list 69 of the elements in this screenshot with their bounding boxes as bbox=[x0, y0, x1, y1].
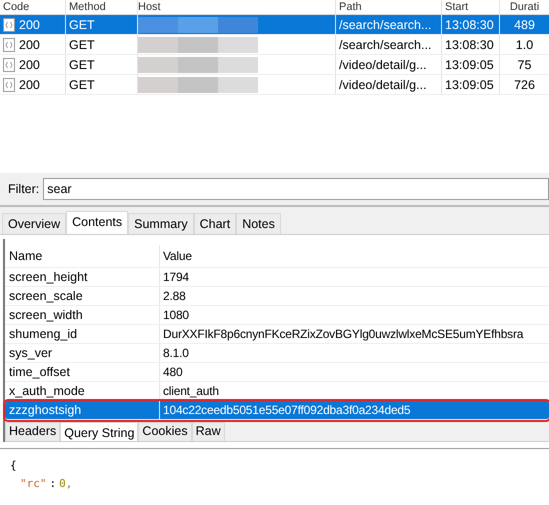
table-cell: 13:09:05 bbox=[442, 55, 500, 74]
table-cell-text: 104c22ceedb5051e55e07ff092dba3f0a234ded5 bbox=[162, 403, 412, 417]
session-row[interactable]: 200 GET /video/detail/g... 13:09:05 726 bbox=[0, 75, 549, 95]
column-header[interactable]: Host bbox=[138, 0, 336, 14]
table-cell-text: 1.0 bbox=[514, 36, 534, 54]
tab[interactable]: Contents bbox=[66, 211, 128, 234]
tab[interactable]: Query String bbox=[60, 422, 138, 441]
table-cell: 200 bbox=[19, 18, 40, 32]
table-cell: /video/detail/g... bbox=[336, 55, 442, 74]
table-cell: /video/detail/g... bbox=[336, 75, 442, 94]
tab[interactable]: Summary bbox=[128, 213, 194, 234]
column-header[interactable]: Value bbox=[160, 249, 549, 263]
parameter-row[interactable]: screen_scale 2.88 bbox=[5, 287, 549, 306]
column-header[interactable]: Start bbox=[442, 0, 500, 14]
table-cell: zzzghostsigh bbox=[5, 401, 160, 419]
session-row[interactable]: 200 GET /video/detail/g... 13:09:05 75 bbox=[0, 55, 549, 75]
json-key: "rc" bbox=[20, 477, 46, 495]
filter-field[interactable]: sear bbox=[43, 178, 549, 200]
table-cell: 13:08:30 bbox=[442, 15, 500, 34]
parameter-row[interactable]: zzzghostsigh 104c22ceedb5051e55e07ff092dba3f0a234ded5 bbox=[5, 401, 549, 420]
table-cell: 200 bbox=[19, 78, 40, 92]
parameter-row[interactable]: sys_ver 8.1.0 bbox=[5, 344, 549, 363]
filter-label: Filter: bbox=[8, 182, 40, 196]
tab[interactable]: Raw bbox=[192, 422, 225, 441]
table-cell-text: 8.1.0 bbox=[162, 346, 190, 360]
document-icon bbox=[3, 18, 15, 32]
document-icon bbox=[3, 78, 15, 92]
tab[interactable]: Chart bbox=[194, 213, 236, 234]
tab[interactable]: Cookies bbox=[138, 422, 192, 441]
session-row[interactable]: 200 GET /search/search... 13:08:30 489 bbox=[0, 15, 549, 35]
table-cell: /search/search... bbox=[336, 35, 442, 54]
table-cell: sys_ver bbox=[5, 344, 160, 362]
table-cell: 200 bbox=[19, 38, 40, 52]
tab[interactable]: Overview bbox=[2, 213, 66, 234]
document-icon bbox=[3, 58, 15, 72]
table-cell-text: 726 bbox=[513, 76, 536, 94]
column-header[interactable]: Code bbox=[0, 0, 66, 14]
table-cell: /search/search... bbox=[336, 15, 442, 34]
table-cell-text: 480 bbox=[162, 365, 184, 379]
document-icon bbox=[3, 38, 15, 52]
parameter-row[interactable]: screen_height 1794 bbox=[5, 268, 549, 287]
column-header[interactable]: Name bbox=[5, 245, 160, 267]
table-cell: screen_scale bbox=[5, 287, 160, 305]
table-cell: 200 bbox=[19, 58, 40, 72]
table-cell-text: 1794 bbox=[162, 270, 190, 284]
table-cell: screen_height bbox=[5, 268, 160, 286]
tab[interactable]: Notes bbox=[236, 213, 281, 234]
tab[interactable]: Headers bbox=[5, 422, 60, 441]
json-colon: : bbox=[50, 477, 56, 492]
parameter-row[interactable]: screen_width 1080 bbox=[5, 306, 549, 325]
table-cell: shumeng_id bbox=[5, 325, 160, 343]
column-header[interactable]: Durati bbox=[500, 0, 549, 14]
code-text: { bbox=[10, 459, 17, 474]
column-header[interactable]: Method bbox=[66, 0, 138, 14]
table-cell-text: 489 bbox=[513, 16, 536, 34]
table-cell-text: client_auth bbox=[162, 384, 220, 398]
table-cell-text: 75 bbox=[516, 56, 532, 74]
table-cell: 13:09:05 bbox=[442, 75, 500, 94]
column-header[interactable]: Path bbox=[336, 0, 442, 14]
session-row[interactable]: 200 GET /search/search... 13:08:30 1.0 bbox=[0, 35, 549, 55]
table-cell-text: 1080 bbox=[162, 308, 190, 322]
parameter-row[interactable]: time_offset 480 bbox=[5, 363, 549, 382]
json-value: 0, bbox=[59, 477, 72, 492]
table-cell-text: DurXXFIkF8p6cnynFKceRZixZovBGYlg0uwzlwlxeMcSE5umYEfhbsra bbox=[162, 327, 524, 341]
parameter-row[interactable]: shumeng_id DurXXFIkF8p6cnynFKceRZixZovBGYlg0uwzlwlxeMcSE5umYEfhbsra bbox=[5, 325, 549, 344]
table-cell: time_offset bbox=[5, 363, 160, 381]
table-cell: 13:08:30 bbox=[442, 35, 500, 54]
table-cell: screen_width bbox=[5, 306, 160, 324]
table-cell-text: 2.88 bbox=[162, 289, 187, 303]
